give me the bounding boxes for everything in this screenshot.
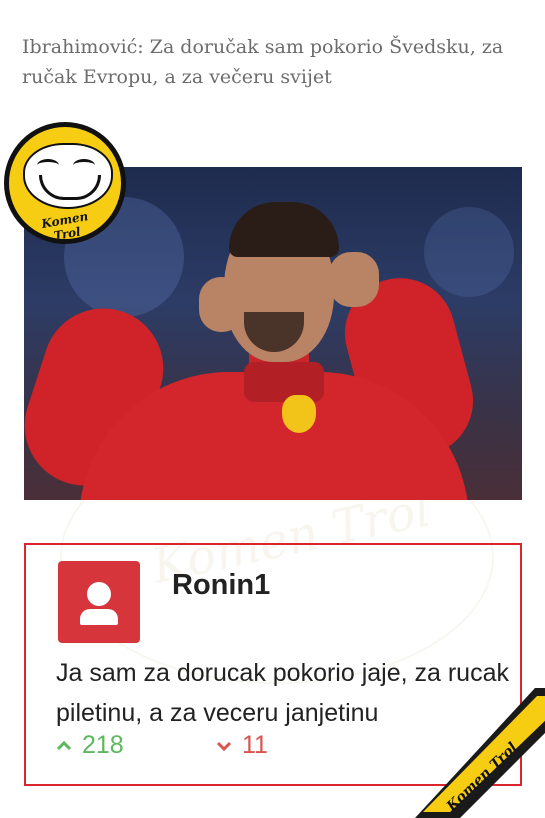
trollface-icon (23, 143, 113, 209)
chevron-down-icon (216, 742, 232, 752)
komen-trol-logo-badge: Komen Trol (4, 122, 126, 244)
article-headline[interactable]: Ibrahimović: Za doručak sam pokorio Šved… (22, 32, 522, 92)
upvote-button[interactable]: 218 (56, 731, 124, 760)
comment-username[interactable]: Ronin1 (172, 569, 270, 602)
user-icon (87, 582, 111, 606)
upvote-count: 218 (82, 731, 124, 759)
corner-logo-ribbon: Komen Trol (415, 688, 545, 818)
downvote-button[interactable]: 11 (216, 731, 268, 760)
chevron-up-icon (56, 741, 72, 751)
club-crest-icon (282, 395, 316, 433)
downvote-count: 11 (242, 731, 268, 759)
user-avatar[interactable] (58, 561, 140, 643)
